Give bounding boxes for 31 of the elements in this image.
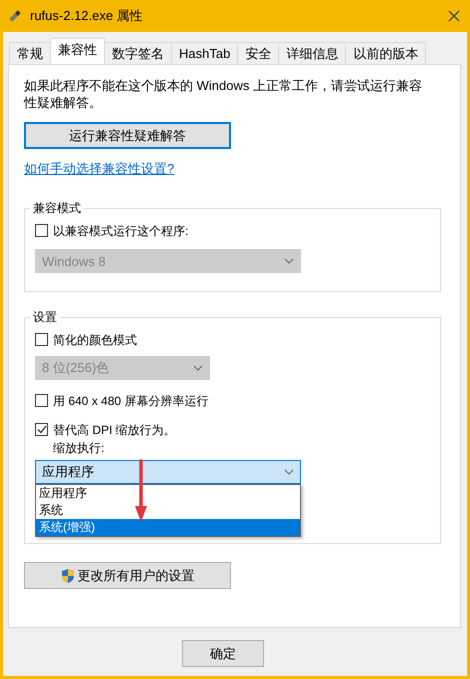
- dropdown-option[interactable]: 应用程序: [36, 485, 300, 502]
- change-all-users-button[interactable]: 更改所有用户的设置: [24, 562, 231, 589]
- checkbox-label: 用 640 x 480 屏幕分辨率运行: [53, 393, 208, 409]
- dropdown-option[interactable]: 系统(增强): [36, 519, 300, 536]
- dropdown-option[interactable]: 系统: [36, 502, 300, 519]
- chevron-down-icon: [193, 365, 203, 371]
- checkbox[interactable]: [35, 224, 48, 237]
- checkbox[interactable]: [35, 394, 48, 407]
- checkbox-label: 替代高 DPI 缩放行为。: [53, 422, 176, 438]
- chevron-down-icon: [284, 258, 294, 264]
- checkbox-label: 简化的颜色模式: [53, 332, 137, 348]
- help-link[interactable]: 如何手动选择兼容性设置?: [24, 160, 174, 178]
- chevron-down-icon: [284, 469, 294, 475]
- troubleshoot-button[interactable]: 运行兼容性疑难解答: [24, 122, 231, 149]
- ok-button[interactable]: 确定: [182, 640, 264, 667]
- dropdown[interactable]: 应用程序: [35, 460, 301, 484]
- checkbox-label: 以兼容模式运行这个程序:: [53, 223, 188, 239]
- tab[interactable]: 常规: [9, 42, 51, 64]
- checkbox[interactable]: [35, 423, 48, 436]
- tab[interactable]: 以前的版本: [345, 42, 426, 64]
- shield-icon: [60, 568, 74, 584]
- checkbox[interactable]: [35, 333, 48, 346]
- intro-text: 如果此程序不能在这个版本的 Windows 上正常工作，请尝试运行兼容性疑难解答。: [24, 77, 423, 111]
- group-title: 兼容模式: [30, 200, 84, 216]
- checkmark-icon: [36, 425, 46, 434]
- close-icon[interactable]: [448, 10, 460, 22]
- arrow-icon: [135, 458, 147, 524]
- window-title: rufus-2.12.exe 属性: [30, 7, 144, 25]
- tab[interactable]: 兼容性: [50, 38, 105, 64]
- group-title: 设置: [30, 309, 60, 325]
- option-label: 缩放执行:: [53, 440, 106, 456]
